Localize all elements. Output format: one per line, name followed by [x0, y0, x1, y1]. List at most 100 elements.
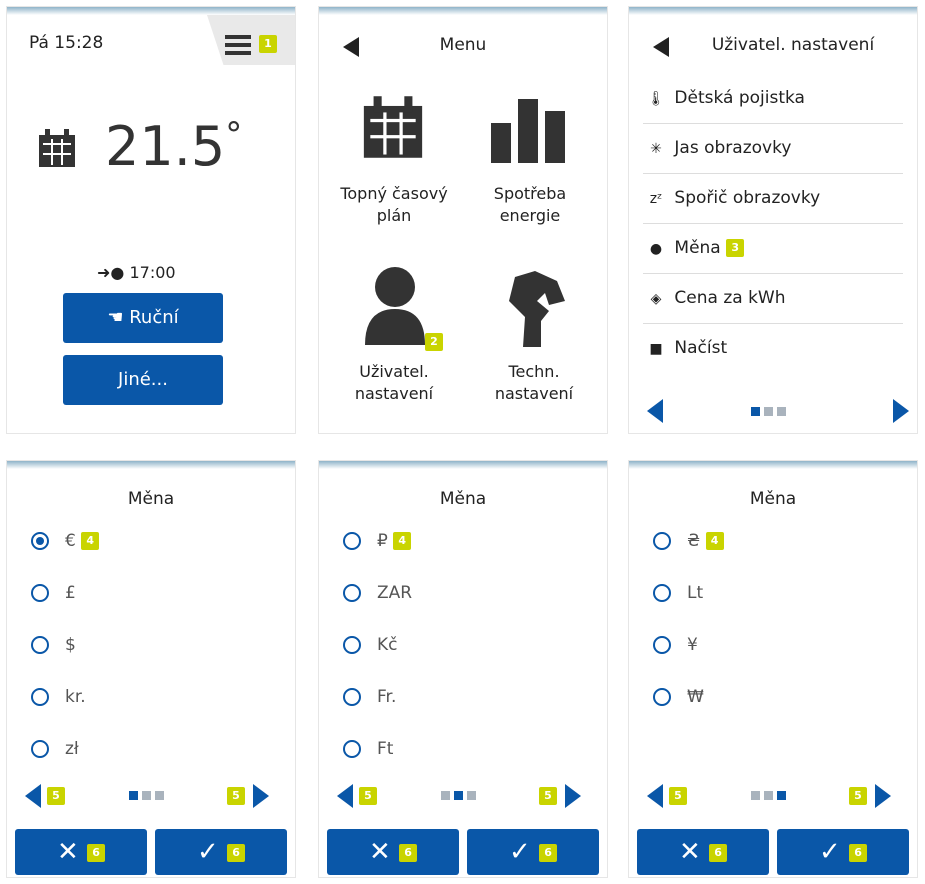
- currency-option[interactable]: ¥: [653, 635, 698, 655]
- settings-title: Uživatel. nastavení: [711, 35, 875, 55]
- energy-chart-icon[interactable]: [491, 99, 567, 163]
- radio-icon: [31, 584, 49, 602]
- currency-title: Měna: [749, 489, 797, 509]
- callout-badge: 4: [393, 532, 412, 550]
- document-icon: ■: [649, 341, 663, 357]
- close-icon: ✕: [56, 837, 79, 867]
- prev-page-arrow-icon[interactable]: [25, 784, 41, 808]
- radio-icon: [343, 532, 361, 550]
- close-icon: ✕: [368, 837, 391, 867]
- radio-icon: [31, 688, 49, 706]
- currency-option[interactable]: £: [31, 583, 76, 603]
- currency-option[interactable]: ZAR: [343, 583, 412, 603]
- page-indicator: [751, 791, 790, 800]
- currency-option[interactable]: Kč: [343, 635, 398, 655]
- confirm-button[interactable]: ✓ 6: [777, 829, 909, 875]
- callout-badge: 5: [359, 787, 377, 805]
- settings-row-currency[interactable]: ● Měna 3: [643, 223, 903, 274]
- wrench-icon[interactable]: [505, 271, 565, 347]
- callout-badge: 2: [425, 333, 443, 351]
- other-button[interactable]: Jiné...: [63, 355, 223, 405]
- tag-icon: ◈: [650, 291, 662, 307]
- next-page-arrow-icon[interactable]: [253, 784, 269, 808]
- menu-title: Menu: [439, 35, 487, 55]
- settings-row-brightness[interactable]: ✳ Jas obrazovky: [643, 123, 903, 174]
- confirm-button[interactable]: ✓ 6: [155, 829, 287, 875]
- prev-page-arrow-icon[interactable]: [647, 784, 663, 808]
- callout-badge: 5: [47, 787, 65, 805]
- next-page-arrow-icon[interactable]: [875, 784, 891, 808]
- user-icon[interactable]: [363, 265, 427, 345]
- callout-badge: 4: [81, 532, 100, 550]
- prev-page-arrow-icon[interactable]: [647, 399, 663, 423]
- menu-item-energy[interactable]: Spotřeba energie: [465, 183, 595, 227]
- radio-icon: [653, 532, 671, 550]
- menu-item-schedule[interactable]: Topný časový plán: [329, 183, 459, 227]
- currency-option[interactable]: Lt: [653, 583, 703, 603]
- currency-screen-3: Měna ₴ 4 Lt ¥ ₩ 5 5 ✕ 6 ✓ 6: [628, 460, 918, 878]
- menu-screen: Menu Topný časový plán Spotřeba energie …: [318, 6, 608, 434]
- radio-icon: [31, 636, 49, 654]
- currency-option[interactable]: zł: [31, 739, 79, 759]
- page-indicator: [129, 791, 168, 800]
- cancel-button[interactable]: ✕ 6: [637, 829, 769, 875]
- currency-title: Měna: [439, 489, 487, 509]
- confirm-button[interactable]: ✓ 6: [467, 829, 599, 875]
- radio-icon: [653, 584, 671, 602]
- temperature-readout: 21.5°: [105, 115, 243, 178]
- settings-row-child-lock[interactable]: 🌡 Dětská pojistka: [643, 73, 903, 124]
- schedule-icon[interactable]: [359, 93, 427, 161]
- menu-item-tech-settings[interactable]: Techn. nastavení: [469, 361, 599, 405]
- callout-badge: 6: [399, 843, 418, 862]
- check-icon: ✓: [508, 837, 531, 867]
- callout-badge: 6: [539, 843, 558, 862]
- next-event: ➜● 17:00: [97, 263, 176, 282]
- cancel-button[interactable]: ✕ 6: [15, 829, 147, 875]
- radio-icon: [653, 688, 671, 706]
- radio-icon: [653, 636, 671, 654]
- currency-option[interactable]: € 4: [31, 531, 100, 551]
- radio-icon: [343, 688, 361, 706]
- radio-icon: [343, 584, 361, 602]
- radio-selected-icon: [31, 532, 49, 550]
- settings-row-screensaver[interactable]: zᶻ Spořič obrazovky: [643, 173, 903, 224]
- currency-option[interactable]: kr.: [31, 687, 86, 707]
- currency-screen-2: Měna ₽ 4 ZAR Kč Fr. Ft 5 5 ✕ 6 ✓ 6: [318, 460, 608, 878]
- callout-badge: 6: [227, 843, 246, 862]
- menu-item-user-settings[interactable]: Uživatel. nastavení: [329, 361, 459, 405]
- callout-badge: 5: [227, 787, 245, 805]
- page-indicator: [751, 407, 790, 416]
- currency-option[interactable]: ₴ 4: [653, 531, 724, 551]
- radio-icon: [31, 740, 49, 758]
- thermometer-icon: 🌡: [647, 91, 665, 107]
- close-icon: ✕: [678, 837, 701, 867]
- calendar-icon: [39, 129, 75, 167]
- next-page-arrow-icon[interactable]: [565, 784, 581, 808]
- menu-icon[interactable]: [225, 35, 251, 55]
- currency-option[interactable]: Fr.: [343, 687, 396, 707]
- back-arrow-icon[interactable]: [653, 37, 669, 57]
- settings-row-price[interactable]: ◈ Cena za kWh: [643, 273, 903, 324]
- settings-row-load[interactable]: ■ Načíst: [643, 323, 903, 373]
- currency-option[interactable]: ₽ 4: [343, 531, 412, 551]
- currency-option[interactable]: $: [31, 635, 76, 655]
- manual-button[interactable]: ☚ Ruční: [63, 293, 223, 343]
- currency-option[interactable]: ₩: [653, 687, 704, 707]
- callout-badge: 6: [87, 843, 106, 862]
- prev-page-arrow-icon[interactable]: [337, 784, 353, 808]
- currency-screen-1: Měna € 4 £ $ kr. zł 5 5 ✕ 6 ✓ 6: [6, 460, 296, 878]
- sleep-icon: zᶻ: [649, 191, 663, 207]
- cancel-button[interactable]: ✕ 6: [327, 829, 459, 875]
- callout-badge: 5: [539, 787, 557, 805]
- home-screen: Pá 15:28 1 21.5° ➜● 17:00 ☚ Ruční Jiné..…: [6, 6, 296, 434]
- callout-badge: 6: [849, 843, 868, 862]
- check-icon: ✓: [196, 837, 219, 867]
- callout-badge: 6: [709, 843, 728, 862]
- brightness-icon: ✳: [650, 141, 662, 157]
- currency-option[interactable]: Ft: [343, 739, 393, 759]
- next-page-arrow-icon[interactable]: [893, 399, 909, 423]
- check-icon: ✓: [818, 837, 841, 867]
- user-settings-screen: Uživatel. nastavení 🌡 Dětská pojistka ✳ …: [628, 6, 918, 434]
- currency-icon: ●: [649, 241, 663, 257]
- arrow-clock-icon: ➜●: [97, 263, 125, 282]
